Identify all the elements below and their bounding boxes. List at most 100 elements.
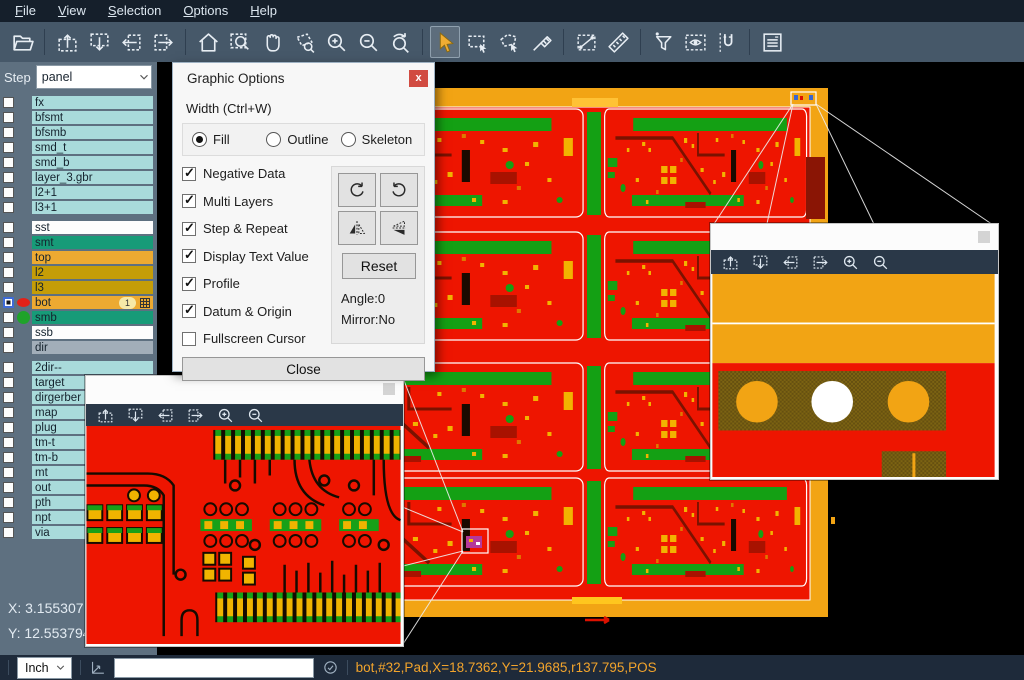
flip-horizontal-button[interactable]: [338, 211, 376, 245]
output-down-button[interactable]: [84, 26, 114, 58]
layer-visibility-checkbox[interactable]: [3, 157, 14, 168]
display-option-checkbox[interactable]: Datum & Origin: [182, 304, 331, 319]
output-down-icon[interactable]: [751, 253, 770, 272]
layer-visibility-checkbox[interactable]: [3, 497, 14, 508]
layer-visibility-checkbox[interactable]: [3, 342, 14, 353]
layer-row[interactable]: layer_3.gbr: [0, 171, 157, 184]
display-option-checkbox[interactable]: Multi Layers: [182, 194, 331, 209]
layer-visibility-checkbox[interactable]: [3, 327, 14, 338]
layer-name-cell[interactable]: smt: [32, 236, 153, 249]
layer-visibility-checkbox[interactable]: [3, 97, 14, 108]
layer-visibility-checkbox[interactable]: [3, 377, 14, 388]
layer-name-cell[interactable]: 2dir--: [32, 361, 153, 374]
angle-measure-icon[interactable]: [89, 659, 106, 676]
layer-name-cell[interactable]: bfsmb: [32, 126, 153, 139]
layer-visibility-checkbox[interactable]: [3, 267, 14, 278]
dialog-title-bar[interactable]: Graphic Options x: [173, 63, 434, 93]
zoom-in-button[interactable]: [321, 26, 351, 58]
output-up-icon[interactable]: [96, 406, 115, 425]
layer-visibility-checkbox[interactable]: [3, 392, 14, 403]
layer-visibility-checkbox[interactable]: [3, 282, 14, 293]
command-input[interactable]: [114, 658, 314, 678]
layer-name-cell[interactable]: dir: [32, 341, 153, 354]
dialog-close-button[interactable]: x: [409, 70, 428, 87]
magnifier-window-bottom-left[interactable]: [85, 375, 404, 647]
select-cursor-button[interactable]: [430, 26, 460, 58]
display-option-checkbox[interactable]: Step & Repeat: [182, 221, 331, 236]
snap-magnet-button[interactable]: [712, 26, 742, 58]
layer-visibility-checkbox[interactable]: [3, 512, 14, 523]
menu-item[interactable]: View: [47, 0, 97, 22]
radio-circle[interactable]: [266, 132, 281, 147]
layer-name-cell[interactable]: smd_t: [32, 141, 153, 154]
filter-button[interactable]: [648, 26, 678, 58]
layer-row[interactable]: smt: [0, 236, 157, 249]
menu-item[interactable]: Selection: [97, 0, 172, 22]
layer-visibility-checkbox[interactable]: [3, 467, 14, 478]
checkbox-box[interactable]: [182, 194, 196, 208]
display-option-checkbox[interactable]: Profile: [182, 276, 331, 291]
rotate-ccw-button[interactable]: [380, 173, 418, 207]
layer-name-cell[interactable]: top: [32, 251, 153, 264]
magnifier-window-top-right[interactable]: [710, 223, 999, 480]
layer-visibility-checkbox[interactable]: [3, 172, 14, 183]
layer-name-cell[interactable]: bfsmt: [32, 111, 153, 124]
layer-visibility-checkbox[interactable]: [3, 112, 14, 123]
output-left-button[interactable]: [116, 26, 146, 58]
layer-row[interactable]: bfsmt: [0, 111, 157, 124]
measure-distance-button[interactable]: [571, 26, 601, 58]
layer-visibility-checkbox[interactable]: [3, 362, 14, 373]
polygon-select-button[interactable]: [494, 26, 524, 58]
layer-visibility-checkbox[interactable]: [3, 422, 14, 433]
radio-circle[interactable]: [192, 132, 207, 147]
checkbox-box[interactable]: [182, 167, 196, 181]
radio-circle[interactable]: [341, 132, 356, 147]
zoom-previous-button[interactable]: [385, 26, 415, 58]
layer-grid-icon[interactable]: [140, 298, 150, 308]
graphic-options-dialog[interactable]: Graphic Options x Width (Ctrl+W) Fill Ou…: [172, 62, 435, 372]
width-mode-radio[interactable]: Fill: [192, 132, 266, 147]
layer-name-cell[interactable]: l3+1: [32, 201, 153, 214]
layer-visibility-checkbox[interactable]: [3, 202, 14, 213]
layer-row[interactable]: dir: [0, 341, 157, 354]
layer-row[interactable]: bfsmb: [0, 126, 157, 139]
output-right-icon[interactable]: [811, 253, 830, 272]
layer-name-cell[interactable]: smb: [32, 311, 153, 324]
window-button[interactable]: [978, 231, 990, 243]
layer-row[interactable]: l2: [0, 266, 157, 279]
layer-visibility-checkbox[interactable]: [3, 297, 14, 308]
zoom-window-button[interactable]: [225, 26, 255, 58]
layer-visibility-checkbox[interactable]: [3, 407, 14, 418]
close-button[interactable]: Close: [182, 357, 425, 381]
layer-visibility-checkbox[interactable]: [3, 237, 14, 248]
zoom-in-icon[interactable]: [216, 406, 235, 425]
flip-vertical-button[interactable]: [380, 211, 418, 245]
layer-row[interactable]: top: [0, 251, 157, 264]
layer-row[interactable]: l3: [0, 281, 157, 294]
layer-name-cell[interactable]: bot 1: [32, 296, 153, 309]
clean-brush-button[interactable]: [526, 26, 556, 58]
layer-name-cell[interactable]: smd_b: [32, 156, 153, 169]
home-view-button[interactable]: [193, 26, 223, 58]
checkbox-box[interactable]: [182, 332, 196, 346]
layer-visibility-checkbox[interactable]: [3, 127, 14, 138]
layer-row[interactable]: smd_t: [0, 141, 157, 154]
magnifier-title-bar[interactable]: [711, 224, 998, 250]
rect-select-button[interactable]: [462, 26, 492, 58]
window-button[interactable]: [383, 383, 395, 395]
checkbox-box[interactable]: [182, 222, 196, 236]
output-left-icon[interactable]: [156, 406, 175, 425]
layer-visibility-checkbox[interactable]: [3, 437, 14, 448]
apply-check-icon[interactable]: [322, 659, 339, 676]
pan-hand-button[interactable]: [257, 26, 287, 58]
zoom-out-icon[interactable]: [871, 253, 890, 272]
reset-button[interactable]: Reset: [342, 253, 416, 279]
display-option-checkbox[interactable]: Negative Data: [182, 166, 331, 181]
layer-visibility-checkbox[interactable]: [3, 482, 14, 493]
zoom-out-button[interactable]: [353, 26, 383, 58]
display-option-checkbox[interactable]: Display Text Value: [182, 249, 331, 264]
layer-row[interactable]: ssb: [0, 326, 157, 339]
layer-row[interactable]: bot 1: [0, 296, 157, 309]
layer-visibility-checkbox[interactable]: [3, 142, 14, 153]
open-file-button[interactable]: [7, 26, 37, 58]
